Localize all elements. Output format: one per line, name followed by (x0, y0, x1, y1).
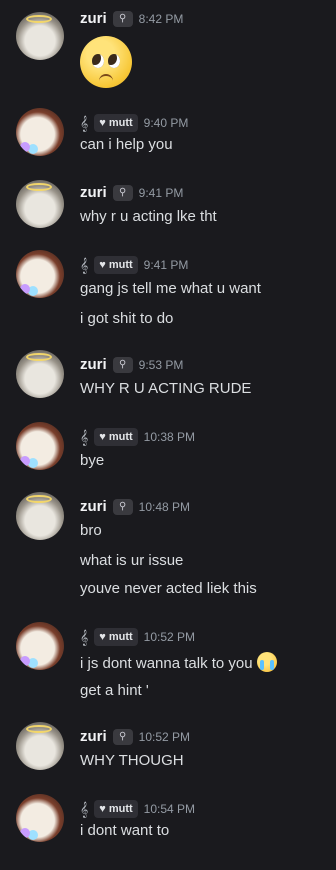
flower-icon (20, 142, 30, 152)
halo-icon (26, 725, 52, 733)
music-note-icon: 𝄞 (80, 114, 89, 131)
message-text: get a hint ' (80, 682, 149, 699)
music-note-icon: 𝄞 (80, 628, 89, 645)
message-text: i dont want to (80, 822, 170, 839)
username[interactable]: zuri (80, 728, 107, 745)
profile-badge-icon: ⚲ (112, 356, 133, 373)
flower-icon (20, 284, 30, 294)
heart-icon: ♥ (99, 259, 106, 271)
timestamp: 8:42 PM (138, 11, 184, 26)
timestamp: 10:38 PM (143, 430, 196, 444)
heart-icon: ♥ (99, 431, 106, 443)
message-text: can i help you (80, 136, 173, 153)
timestamp: 9:53 PM (138, 357, 184, 372)
timestamp: 9:41 PM (138, 185, 184, 200)
message-text: i js dont wanna talk to you (80, 652, 277, 672)
timestamp: 10:52 PM (138, 729, 191, 744)
avatar[interactable] (16, 794, 64, 842)
avatar[interactable] (16, 350, 64, 398)
loudly-crying-face-emoji (256, 652, 277, 672)
flower-icon (20, 828, 30, 838)
halo-icon (26, 353, 52, 361)
halo-icon (26, 15, 52, 23)
avatar[interactable] (16, 180, 64, 228)
username[interactable]: zuri (80, 498, 107, 515)
avatar[interactable] (16, 12, 64, 60)
heart-icon: ♥ (99, 631, 106, 643)
message-text: WHY R U ACTING RUDE (80, 380, 252, 397)
message-text: WHY THOUGH (80, 752, 184, 769)
username[interactable]: zuri (80, 10, 107, 27)
avatar[interactable] (16, 108, 64, 156)
avatar[interactable] (16, 492, 64, 540)
avatar[interactable] (16, 422, 64, 470)
message-text: bro (80, 522, 102, 539)
profile-badge-icon: ⚲ (112, 728, 133, 745)
user-tag[interactable]: ♥ mutt (94, 114, 138, 132)
timestamp: 10:52 PM (143, 630, 196, 644)
profile-badge-icon: ⚲ (112, 184, 133, 201)
music-note-icon: 𝄞 (80, 800, 89, 817)
pleading-face-emoji (80, 36, 132, 88)
message-text: gang js tell me what u want (80, 280, 261, 297)
timestamp: 9:41 PM (143, 258, 189, 272)
timestamp: 9:40 PM (143, 116, 189, 130)
heart-icon: ♥ (99, 117, 106, 129)
user-tag[interactable]: ♥ mutt (94, 800, 138, 818)
message-text: why r u acting lke tht (80, 208, 217, 225)
username[interactable]: zuri (80, 356, 107, 373)
avatar[interactable] (16, 250, 64, 298)
message-text: youve never acted liek this (80, 580, 257, 597)
message-text: i got shit to do (80, 310, 174, 327)
profile-badge-icon: ⚲ (112, 10, 133, 27)
username[interactable]: zuri (80, 184, 107, 201)
flower-icon (20, 656, 30, 666)
avatar[interactable] (16, 622, 64, 670)
user-tag[interactable]: ♥ mutt (94, 256, 138, 274)
message-text: bye (80, 452, 105, 469)
message-text: what is ur issue (80, 552, 184, 569)
halo-icon (26, 495, 52, 503)
avatar[interactable] (16, 722, 64, 770)
user-tag[interactable]: ♥ mutt (94, 628, 138, 646)
timestamp: 10:54 PM (143, 802, 196, 816)
timestamp: 10:48 PM (138, 499, 191, 514)
user-tag[interactable]: ♥ mutt (94, 428, 138, 446)
music-note-icon: 𝄞 (80, 256, 89, 273)
flower-icon (20, 456, 30, 466)
heart-icon: ♥ (99, 803, 106, 815)
profile-badge-icon: ⚲ (112, 498, 133, 515)
halo-icon (26, 183, 52, 191)
music-note-icon: 𝄞 (80, 428, 89, 445)
